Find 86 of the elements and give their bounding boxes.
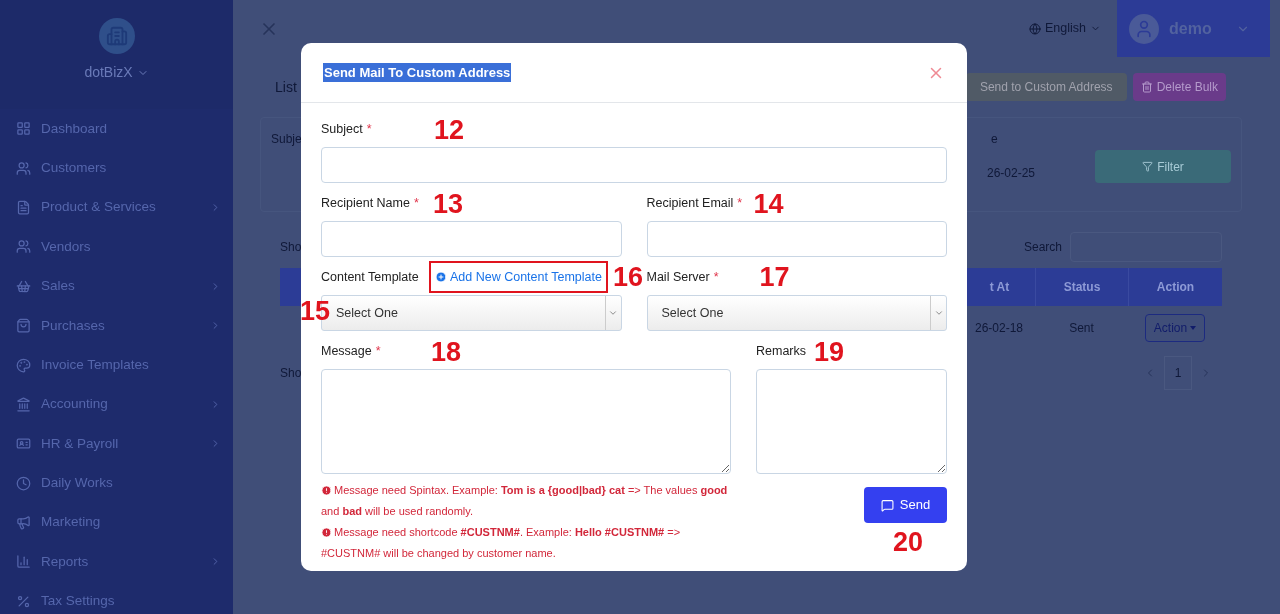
send-button[interactable]: Send <box>864 487 947 523</box>
annotation-number: 19 <box>814 339 845 366</box>
trash-icon <box>1140 81 1153 93</box>
required-asterisk: * <box>375 342 381 360</box>
clock-icon <box>16 475 31 491</box>
basket-icon <box>16 278 31 294</box>
palette-icon <box>16 357 31 373</box>
grid-icon <box>16 121 31 137</box>
required-asterisk: * <box>737 194 743 212</box>
annotation-number: 18 <box>431 339 462 366</box>
filter-label: e <box>990 131 999 148</box>
plus-circle-icon <box>435 271 447 283</box>
table-cell-text: Sent <box>1068 320 1095 337</box>
column-header: Status <box>1035 268 1128 306</box>
percent-icon <box>16 593 31 609</box>
field-label: Content Template <box>321 268 419 286</box>
field-label: Message <box>321 342 372 360</box>
document-icon <box>16 199 31 215</box>
filter-button[interactable]: Filter <box>1095 150 1231 183</box>
field-label: Remarks <box>756 342 806 360</box>
sidebar-item[interactable]: Reports <box>0 542 233 582</box>
annotation-number: 20 <box>892 529 923 556</box>
select-field[interactable]: Select One <box>646 295 947 331</box>
caret-icon <box>1190 326 1197 330</box>
annotation-number: 12 <box>434 117 465 144</box>
globe-icon <box>1029 22 1041 35</box>
field-label: Mail Server <box>646 268 710 286</box>
bar-chart-icon <box>16 554 31 570</box>
sidebar-item[interactable]: Tax Settings <box>0 581 233 614</box>
sidebar-item[interactable]: Invoice Templates <box>0 345 233 385</box>
required-asterisk: * <box>713 268 719 286</box>
language-menu[interactable]: English <box>1029 19 1101 38</box>
people-icon <box>16 160 31 176</box>
caret-icon <box>933 308 944 318</box>
alert-icon <box>321 484 332 496</box>
bag-icon <box>16 318 31 334</box>
sidebar-item[interactable]: Daily Works <box>0 463 233 503</box>
megaphone-icon <box>16 515 31 531</box>
logo-icon <box>98 18 135 54</box>
note-text: Message need Spintax. Example: Tom is a {good|bad} cat => The values good and bad will be used randomly. <box>321 483 729 519</box>
search-label: Search <box>1023 239 1062 256</box>
column-header: Action <box>1128 268 1222 306</box>
text-field[interactable] <box>321 147 947 183</box>
sidebar-item[interactable]: Purchases <box>0 305 233 346</box>
text-field[interactable] <box>321 221 622 257</box>
required-asterisk: * <box>366 120 372 138</box>
required-asterisk: * <box>413 194 419 212</box>
page-number[interactable]: 1 <box>1164 356 1192 390</box>
filter-icon <box>1142 161 1154 172</box>
field-label: Subject <box>321 120 363 138</box>
page-heading: List <box>275 77 297 97</box>
modal-title: Send Mail To Custom Address <box>323 62 512 83</box>
show-entries-label: Sho <box>280 239 302 256</box>
annotation-number: 14 <box>753 191 784 218</box>
brand-menu[interactable]: dotBizX <box>84 62 149 83</box>
message-icon <box>880 498 894 512</box>
text-field[interactable] <box>646 221 947 257</box>
add-template-link[interactable]: Add New Content Template <box>429 261 608 293</box>
id-card-icon <box>16 436 31 452</box>
sidebar-item[interactable]: Accounting <box>0 384 233 425</box>
text-area[interactable] <box>756 369 947 474</box>
send-custom-button[interactable]: Send to Custom Address <box>965 73 1127 101</box>
avatar-icon <box>1134 18 1154 39</box>
sidebar-item[interactable]: Customers <box>0 148 233 188</box>
note-text: Message need shortcode #CUSTNM#. Example: Hello #CUSTNM# => #CUSTNM# will be changed by customer name. <box>321 525 682 561</box>
field-label: Recipient Name <box>321 194 410 212</box>
date-value: 26-02-25 <box>986 165 1035 182</box>
annotation-number: 17 <box>759 264 790 291</box>
table-cell-text: 26-02-18 <box>973 320 1024 337</box>
bank-icon <box>16 396 31 412</box>
sidebar-item[interactable]: Dashboard <box>0 109 233 149</box>
text-area[interactable] <box>321 369 731 474</box>
field-label: Recipient Email <box>646 194 734 212</box>
sidebar-item[interactable]: Sales <box>0 266 233 306</box>
sidebar-item[interactable]: HR & Payroll <box>0 424 233 464</box>
annotation-number: 16 <box>613 264 644 291</box>
show-entries-label: Sho <box>280 365 302 382</box>
filter-label: Subje <box>271 131 302 148</box>
delete-bulk-button[interactable]: Delete Bulk <box>1132 73 1226 101</box>
caret-icon <box>608 308 618 318</box>
sidebar-item[interactable]: Product & Services <box>0 187 233 228</box>
alert-icon <box>321 526 332 538</box>
people-icon <box>16 239 31 255</box>
annotation-number: 13 <box>433 191 464 218</box>
sidebar-item[interactable]: Vendors <box>0 227 233 267</box>
sidebar-item[interactable]: Marketing <box>0 502 233 543</box>
